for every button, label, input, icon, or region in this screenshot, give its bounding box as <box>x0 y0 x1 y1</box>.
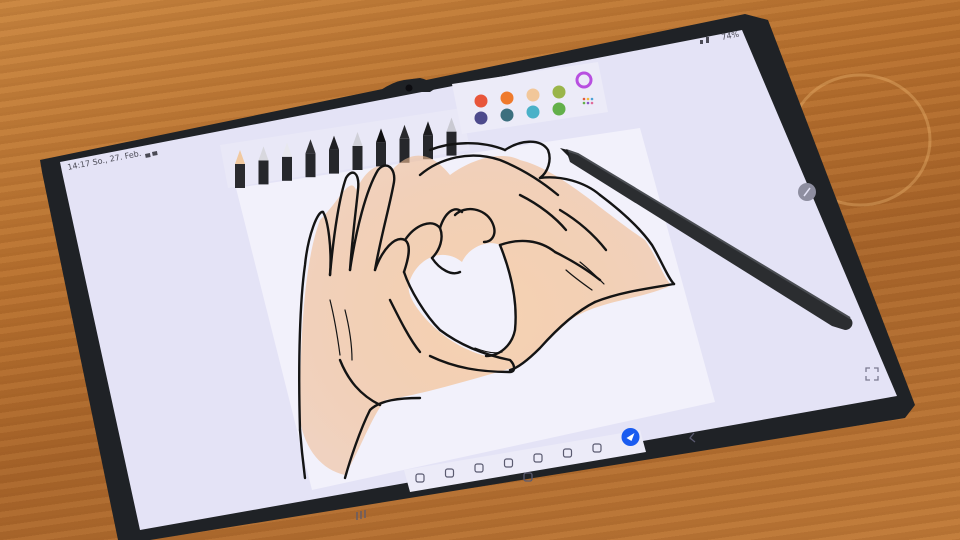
color-swatch[interactable] <box>552 102 566 116</box>
front-camera <box>405 84 413 92</box>
color-swatch[interactable] <box>474 94 488 108</box>
send-icon[interactable] <box>621 428 640 446</box>
color-swatch[interactable] <box>552 85 566 99</box>
color-swatch[interactable] <box>526 105 540 119</box>
color-swatch[interactable] <box>526 88 540 102</box>
color-swatch[interactable] <box>500 108 514 122</box>
recent-apps-icon[interactable] <box>356 510 366 520</box>
color-swatch[interactable] <box>500 91 514 105</box>
photo-scene: 14:17 So., 27. Feb. 74% <box>40 14 932 540</box>
color-swatch[interactable] <box>474 111 488 125</box>
